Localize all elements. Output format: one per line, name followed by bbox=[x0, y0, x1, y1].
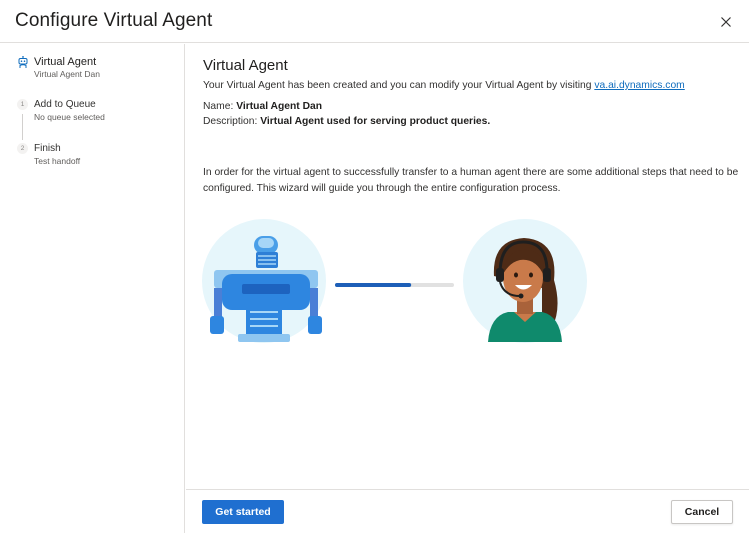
cancel-button[interactable]: Cancel bbox=[671, 500, 733, 524]
bot-icon bbox=[18, 56, 28, 68]
step-title: Virtual Agent bbox=[34, 56, 97, 68]
dynamics-link[interactable]: va.ai.dynamics.com bbox=[594, 80, 684, 91]
agent-description-row: Description: Virtual Agent used for serv… bbox=[203, 116, 490, 127]
description-value: Virtual Agent used for serving product q… bbox=[260, 116, 491, 127]
main-content: Virtual Agent Your Virtual Agent has bee… bbox=[186, 44, 749, 489]
step-subtitle: Test handoff bbox=[34, 156, 81, 166]
name-value: Virtual Agent Dan bbox=[236, 101, 323, 112]
transfer-progress-bar bbox=[335, 283, 454, 287]
step-subtitle: No queue selected bbox=[34, 112, 105, 122]
description-label: Description: bbox=[203, 116, 261, 127]
close-button[interactable] bbox=[716, 12, 736, 32]
agent-name-row: Name: Virtual Agent Dan bbox=[203, 101, 322, 112]
name-label: Name: bbox=[203, 101, 237, 112]
handoff-illustration bbox=[202, 219, 587, 343]
dialog-header: Configure Virtual Agent bbox=[0, 0, 749, 43]
close-icon bbox=[721, 17, 731, 27]
step-connector bbox=[22, 114, 23, 140]
step-number-badge: 2 bbox=[17, 143, 28, 154]
get-started-button[interactable]: Get started bbox=[202, 500, 284, 524]
intro-text: Your Virtual Agent has been created and … bbox=[203, 80, 685, 91]
step-number-badge: 1 bbox=[17, 99, 28, 110]
wizard-steps-sidebar: Virtual Agent Virtual Agent Dan 1 Add to… bbox=[0, 44, 185, 533]
dialog-footer: Get started Cancel bbox=[186, 489, 749, 533]
step-subtitle: Virtual Agent Dan bbox=[34, 69, 100, 79]
page-title: Virtual Agent bbox=[203, 57, 288, 74]
robot-icon bbox=[202, 219, 326, 343]
info-text: In order for the virtual agent to succes… bbox=[203, 167, 739, 194]
step-title: Add to Queue bbox=[34, 99, 96, 110]
step-title: Finish bbox=[34, 143, 61, 154]
transfer-progress-fill bbox=[335, 283, 412, 287]
intro-sentence: Your Virtual Agent has been created and … bbox=[203, 80, 595, 91]
human-agent-headset-icon bbox=[463, 219, 587, 343]
dialog-title: Configure Virtual Agent bbox=[15, 10, 213, 31]
